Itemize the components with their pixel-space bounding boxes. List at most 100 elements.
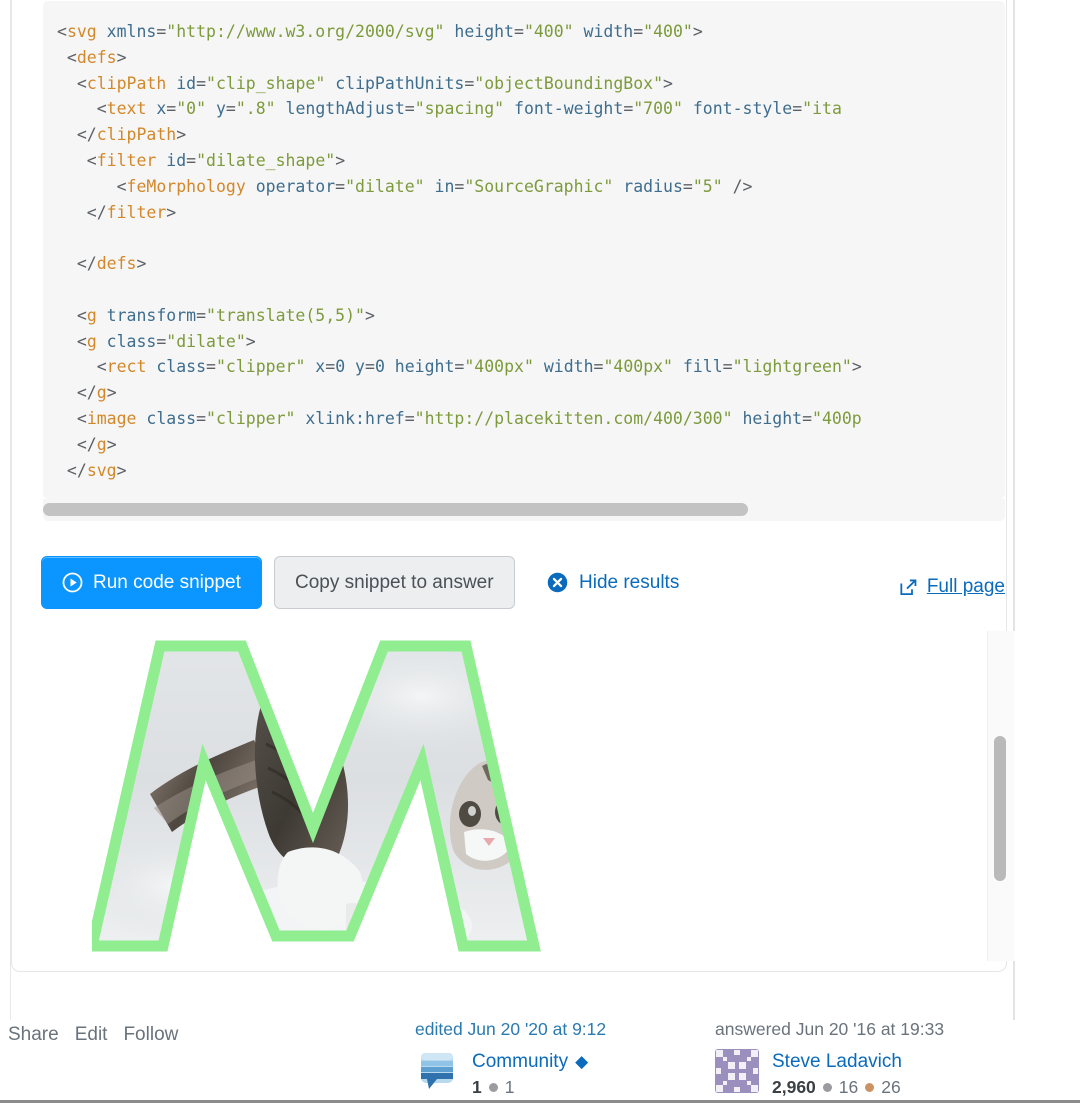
code-token: > (692, 22, 703, 41)
community-user-link[interactable]: Community ◆ (472, 1049, 588, 1074)
code-token: = (792, 99, 803, 119)
result-vertical-scrollbar-thumb[interactable] (994, 736, 1006, 881)
code-horizontal-scrollbar-thumb[interactable] (43, 503, 748, 516)
external-link-icon (900, 579, 917, 595)
answered-user-stats: 2,960 16 26 (772, 1077, 902, 1098)
code-token: = (196, 408, 207, 428)
code-token: </ (57, 383, 97, 403)
code-token: = (514, 22, 524, 41)
code-token: font-weight (504, 99, 624, 119)
code-token: = (623, 99, 634, 119)
answer-author-link[interactable]: Steve Ladavich (772, 1049, 902, 1074)
code-token: = (325, 357, 336, 377)
code-token: g (86, 305, 97, 325)
code-token: = (454, 357, 465, 377)
code-token: operator (245, 176, 336, 196)
code-token: = (196, 305, 207, 325)
run-code-snippet-label: Run code snippet (93, 571, 241, 593)
code-token: feMorphology (126, 176, 246, 196)
code-token: clipPath (86, 73, 167, 93)
code-editor-pane[interactable]: <svg xmlns="http://www.w3.org/2000/svg" … (43, 1, 1005, 499)
code-token: < (57, 176, 127, 196)
code-token: = (682, 176, 693, 196)
code-token: = (156, 22, 167, 41)
silver-badge-count: 16 (838, 1077, 859, 1097)
bronze-badge-count: 26 (881, 1077, 901, 1097)
answered-user-card: answered Jun 20 '16 at 19:33 Steve Ladav… (715, 1018, 1015, 1098)
code-token: "400" (523, 22, 574, 41)
code-token: > (166, 202, 177, 222)
code-token: </ (57, 254, 97, 274)
code-token: "lightgreen" (732, 357, 852, 377)
answered-user-body: Steve Ladavich 2,960 16 26 (715, 1049, 1015, 1098)
edited-user-info: Community ◆ 1 1 (472, 1049, 588, 1098)
code-token: = (365, 357, 375, 377)
code-token: in (424, 176, 455, 196)
avatar[interactable] (715, 1049, 759, 1093)
code-token: /> (722, 176, 753, 196)
silver-badge-count: 1 (504, 1077, 515, 1097)
code-token: > (851, 357, 862, 377)
share-link[interactable]: Share (8, 1024, 59, 1046)
code-token: "translate(5,5)" (206, 305, 365, 325)
answered-user-info: Steve Ladavich 2,960 16 26 (772, 1049, 902, 1098)
code-token: g (96, 383, 107, 403)
code-token: < (57, 305, 87, 325)
code-content[interactable]: <svg xmlns="http://www.w3.org/2000/svg" … (43, 1, 1005, 483)
code-token: = (404, 99, 415, 119)
code-token: = (593, 357, 604, 377)
page-horizontal-scrollbar[interactable] (0, 1100, 1080, 1103)
code-token: x (305, 357, 326, 377)
code-token: id (166, 73, 197, 93)
run-code-snippet-button[interactable]: Run code snippet (41, 556, 262, 609)
code-token: = (454, 176, 465, 196)
code-token: > (116, 47, 127, 67)
bronze-badge-icon (865, 1083, 875, 1092)
hide-results-button[interactable]: Hide results (547, 560, 679, 605)
code-token: "dilate" (166, 331, 246, 351)
silver-badge-icon (488, 1083, 498, 1092)
copy-snippet-label: Copy snippet to answer (295, 571, 494, 593)
code-token: < (57, 331, 87, 351)
follow-link[interactable]: Follow (123, 1024, 178, 1046)
code-token: height (732, 408, 803, 428)
code-token: filter (106, 202, 167, 222)
code-token: y (206, 99, 226, 119)
avatar[interactable] (415, 1049, 459, 1093)
code-token: 0 (374, 357, 385, 377)
code-token: < (57, 150, 97, 170)
reputation-count: 1 (472, 1077, 482, 1097)
code-token: </ (57, 434, 97, 454)
close-circle-icon (547, 572, 568, 593)
code-token: font-style (682, 99, 793, 119)
edit-link[interactable]: Edit (75, 1024, 108, 1046)
code-token: = (156, 331, 167, 351)
code-token: "ita (802, 99, 842, 119)
code-token: id (156, 150, 187, 170)
code-token: "400p (812, 408, 862, 428)
result-iframe[interactable] (72, 631, 982, 961)
code-token: image (86, 408, 137, 428)
code-token: x (146, 99, 167, 119)
code-token: transform (96, 305, 197, 325)
edited-timestamp[interactable]: edited Jun 20 '20 at 9:12 (415, 1018, 715, 1040)
full-page-link[interactable]: Full page (899, 576, 1005, 598)
code-token: g (96, 434, 107, 454)
code-token: "http://placekitten.com/400/300" (414, 408, 733, 428)
code-token: </ (57, 460, 87, 480)
code-token: "objectBoundingBox" (474, 73, 664, 93)
code-token: > (335, 150, 346, 170)
code-token: = (464, 73, 475, 93)
code-token: > (663, 73, 673, 93)
code-token: height (444, 22, 514, 41)
code-token: </ (57, 202, 107, 222)
post-menu: Share Edit Follow (8, 1024, 178, 1046)
code-token: "0" (176, 99, 207, 119)
code-token: = (633, 22, 644, 41)
code-token: "spacing" (414, 99, 505, 119)
code-token: radius (613, 176, 683, 196)
code-token: = (186, 150, 197, 170)
copy-snippet-button[interactable]: Copy snippet to answer (274, 556, 515, 609)
code-token: = (404, 408, 415, 428)
code-token: width (533, 357, 594, 377)
